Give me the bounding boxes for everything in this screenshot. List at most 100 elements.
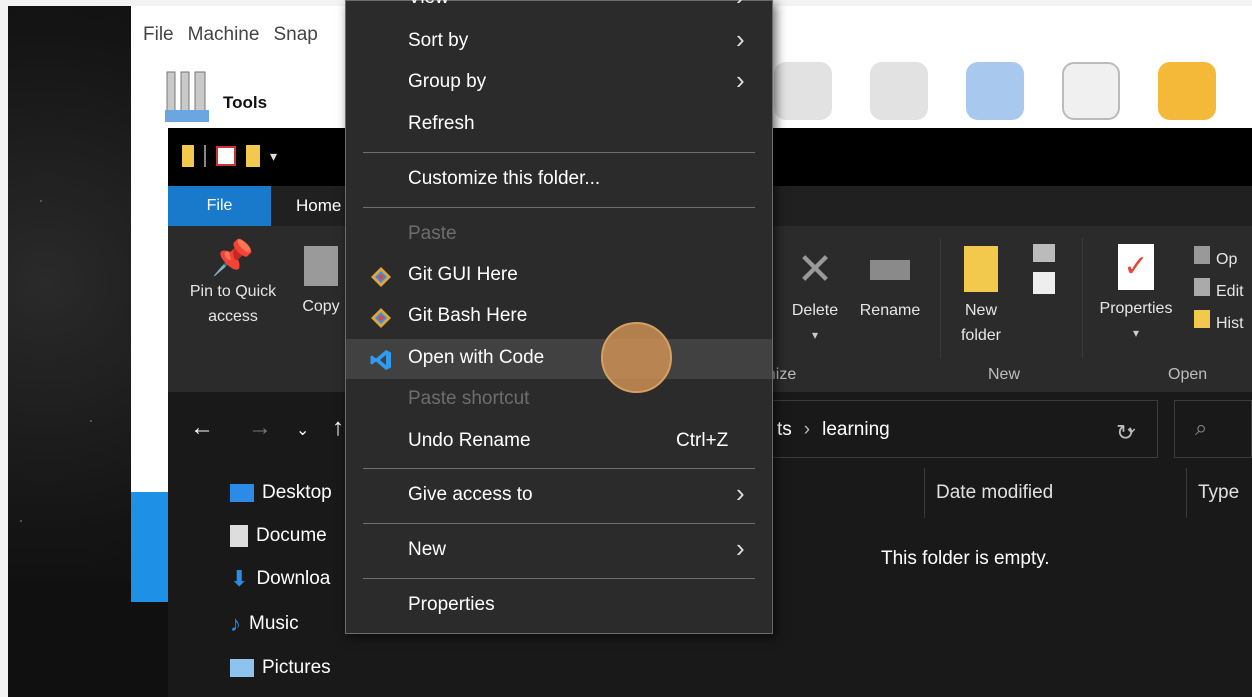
menu-item-refresh[interactable]: Refresh [346,105,772,145]
pin-icon: 📌 [211,239,255,277]
pin-quick-access-button[interactable]: 📌 Pin to Quick access [178,239,288,329]
desktop-icon [230,484,254,502]
submenu-arrow-icon: › [736,478,745,508]
vbox-menubar: File Machine Snap [131,24,318,50]
menu-item-label: Group by [408,71,487,92]
easy-access-icon [1033,272,1055,294]
menu-item-properties[interactable]: Properties [346,586,772,626]
menu-item-label: Git Bash Here [408,305,528,326]
tab-home[interactable]: Home [296,196,341,216]
copy-button[interactable]: Copy [296,246,346,319]
new-item-button[interactable] [1024,244,1064,294]
menu-item-customize-folder[interactable]: Customize this folder... [346,160,772,200]
history-icon [1194,310,1210,328]
breadcrumb-prev-segment[interactable]: ts [777,419,792,440]
ribbon-separator [1082,238,1083,358]
properties-label: Properties [1099,300,1173,317]
history-button[interactable]: Hist [1194,308,1252,340]
breadcrumb-current[interactable]: learning [822,419,890,440]
nav-item-documents[interactable]: Docume [230,519,327,553]
address-bar[interactable]: ts › learning ⌄ [768,400,1158,458]
history-label: Hist [1216,315,1244,332]
tools-icon [165,71,209,122]
new-folder-button[interactable]: New folder [946,246,1016,348]
vbox-menu-snapshot[interactable]: Snap [273,24,317,50]
vbox-menu-file[interactable]: File [143,24,174,50]
open-label: Op [1216,251,1238,268]
back-arrow-icon[interactable]: ← [190,414,214,442]
click-indicator [601,322,672,393]
column-header-date-modified[interactable]: Date modified [936,482,1053,504]
menu-item-new[interactable]: New › [346,531,772,571]
properties-button[interactable]: ✓ Properties ▾ [1088,244,1184,346]
nav-item-pictures[interactable]: Pictures [230,651,331,685]
edit-button[interactable]: Edit [1194,276,1252,308]
nav-item-desktop[interactable]: Desktop [230,476,332,510]
menu-item-sort-by[interactable]: Sort by › [346,22,772,62]
delete-label: Delete [791,302,839,319]
show-icon[interactable] [870,62,928,120]
new-item-icon [1033,244,1055,262]
menu-item-label: Properties [408,594,495,615]
ribbon-group-open: Open [1168,366,1208,383]
menu-item-open-with-code[interactable]: Open with Code [346,339,772,379]
edit-label: Edit [1216,283,1244,300]
vbox-menu-machine[interactable]: Machine [188,24,260,50]
menu-item-view[interactable]: View › [346,0,772,19]
import-icon[interactable] [1062,62,1120,120]
column-header-type[interactable]: Type [1198,482,1239,504]
nav-item-label: Pictures [262,657,331,678]
vm-list [131,134,171,602]
search-box[interactable]: ⌕ [1174,400,1252,458]
menu-item-paste[interactable]: Paste [346,215,772,255]
git-icon [371,308,391,328]
menu-item-shortcut: Ctrl+Z [676,430,729,451]
settings-gear-icon[interactable] [1158,62,1216,120]
new-folder-icon[interactable] [246,145,260,167]
preferences-icon[interactable] [966,62,1024,120]
new-folder-icon [964,246,998,292]
nav-item-label: Music [249,613,299,634]
ribbon-separator [940,238,941,358]
forward-arrow-icon[interactable]: → [248,414,272,442]
delete-button[interactable]: ✕ Delete ▾ [780,246,850,348]
menu-separator [363,152,755,153]
column-divider [1186,468,1187,518]
menu-item-undo-rename[interactable]: Undo Rename Ctrl+Z [346,422,772,462]
menu-item-give-access[interactable]: Give access to › [346,476,772,516]
qat-dropdown-icon[interactable]: ▾ [270,148,277,165]
discard-icon[interactable] [774,62,832,120]
recent-locations-chevron-icon[interactable]: ⌄ [296,420,309,440]
menu-item-label: Paste [408,223,457,244]
menu-item-label: Give access to [408,484,533,505]
edit-icon [1194,278,1210,296]
context-menu: View › Sort by › Group by › Refresh Cust… [345,0,773,634]
properties-check-icon[interactable] [216,146,236,166]
folder-icon[interactable] [182,145,194,167]
documents-icon [230,525,248,547]
rename-icon [870,260,910,280]
copy-icon [304,246,338,286]
git-icon [371,267,391,287]
properties-icon: ✓ [1118,244,1154,290]
nav-item-music[interactable]: ♪ Music [230,607,299,641]
vscode-icon [370,350,391,370]
up-arrow-icon[interactable]: ↑ [332,414,344,442]
menu-item-paste-shortcut[interactable]: Paste shortcut [346,380,772,420]
tab-file[interactable]: File [168,186,271,226]
menu-item-git-bash[interactable]: Git Bash Here [346,297,772,337]
rename-button[interactable]: Rename [852,246,928,323]
vm-list-selected-item[interactable] [131,492,171,602]
open-button[interactable]: Op [1194,244,1252,276]
menu-item-git-gui[interactable]: Git GUI Here [346,256,772,296]
delete-icon: ✕ [796,245,834,294]
menu-item-group-by[interactable]: Group by › [346,63,772,103]
menu-item-label: Paste shortcut [408,388,530,409]
open-icon [1194,246,1210,264]
copy-label: Copy [302,298,340,315]
vbox-tools-item[interactable]: Tools [163,64,267,124]
search-icon: ⌕ [1195,415,1208,440]
refresh-icon[interactable]: ↻ [1116,420,1134,446]
nav-item-downloads[interactable]: ⬇ Downloa [230,562,330,596]
submenu-arrow-icon: › [736,0,745,12]
